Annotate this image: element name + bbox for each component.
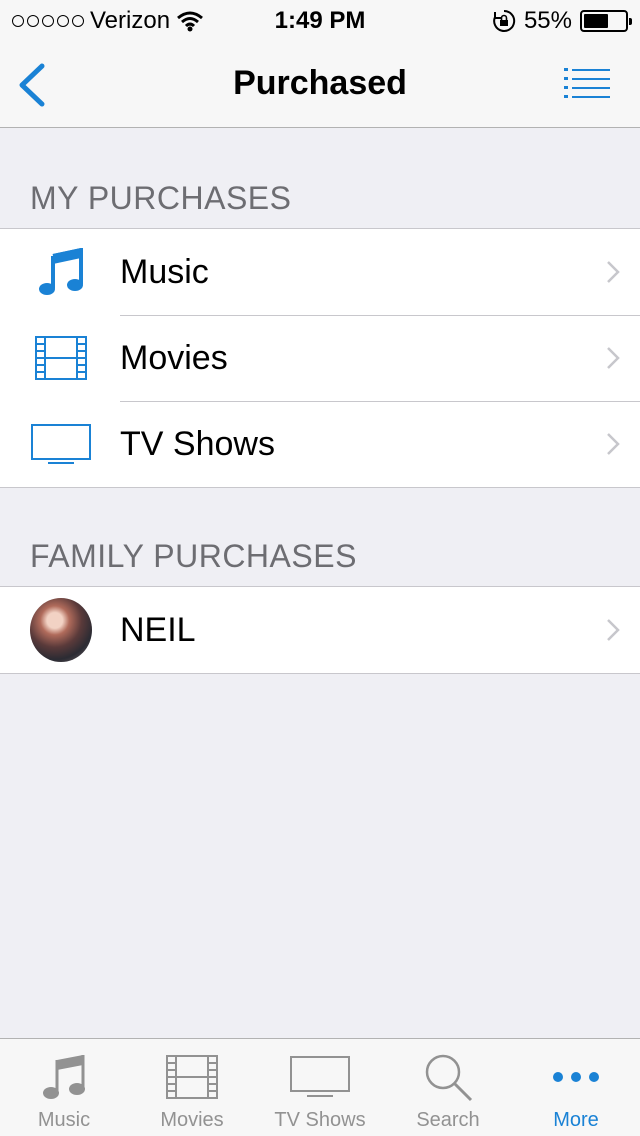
tab-movies[interactable]: Movies (128, 1039, 256, 1136)
list-item-neil[interactable]: NEIL (0, 587, 640, 673)
list-item-label: NEIL (120, 610, 196, 649)
list-button[interactable] (564, 66, 610, 98)
tab-label: TV Shows (274, 1109, 366, 1131)
music-note-icon (30, 241, 92, 303)
tab-label: Search (416, 1109, 480, 1131)
tab-label: Music (37, 1109, 91, 1131)
search-icon (384, 1051, 512, 1103)
page-title: Purchased (233, 64, 407, 102)
more-icon (512, 1051, 640, 1103)
film-icon (30, 327, 92, 389)
tab-tv-shows[interactable]: TV Shows (256, 1039, 384, 1136)
list-item-label: Music (120, 252, 209, 291)
list-icon (564, 68, 610, 98)
tab-search[interactable]: Search (384, 1039, 512, 1136)
section-header-family-purchases: FAMILY PURCHASES (30, 538, 357, 574)
battery-info: 55% (492, 7, 632, 35)
tab-label: More (553, 1109, 599, 1131)
tab-bar: Music Movies TV Shows Search More (0, 1038, 640, 1136)
list-item-movies[interactable]: Movies (0, 315, 640, 401)
status-bar: Verizon 1:49 PM 55% (0, 0, 640, 40)
tv-icon (256, 1051, 384, 1103)
list-item-tv-shows[interactable]: TV Shows (0, 401, 640, 487)
tv-icon (30, 413, 92, 475)
navigation-bar: Purchased (0, 40, 640, 128)
chevron-right-icon (607, 433, 620, 455)
chevron-right-icon (607, 619, 620, 641)
music-note-icon (0, 1051, 128, 1103)
family-purchases-list: NEIL (0, 586, 640, 674)
list-item-label: TV Shows (120, 424, 275, 463)
section-header-my-purchases: MY PURCHASES (30, 180, 292, 216)
tab-music[interactable]: Music (0, 1039, 128, 1136)
chevron-right-icon (607, 347, 620, 369)
avatar (30, 598, 92, 662)
tab-label: Movies (160, 1109, 224, 1131)
my-purchases-list: Music Movies TV Shows (0, 228, 640, 488)
orientation-lock-icon (493, 9, 516, 32)
chevron-right-icon (607, 261, 620, 283)
list-item-music[interactable]: Music (0, 229, 640, 315)
film-icon (128, 1051, 256, 1103)
list-item-label: Movies (120, 338, 228, 377)
battery-icon (580, 10, 632, 32)
battery-percent: 55% (523, 7, 572, 34)
tab-more[interactable]: More (512, 1039, 640, 1136)
